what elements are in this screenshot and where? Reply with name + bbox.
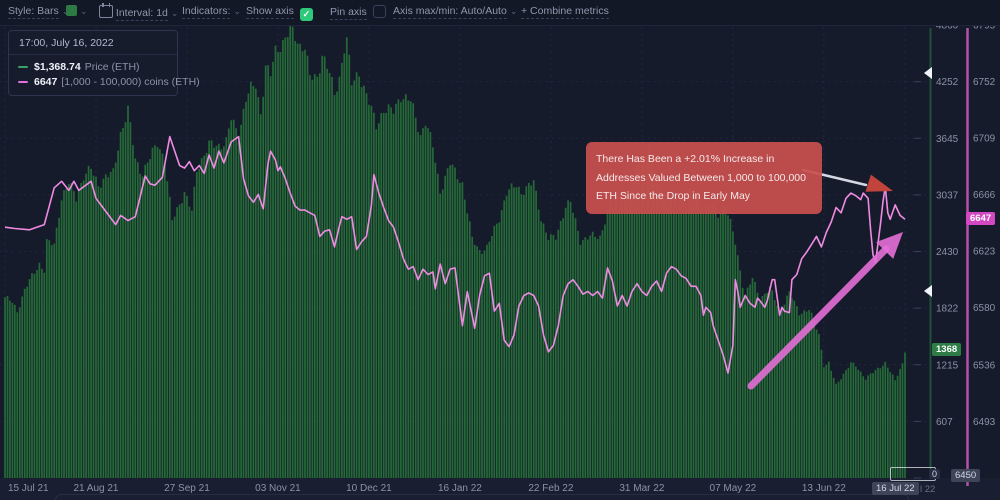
chevron-down-icon: ⌄ xyxy=(233,6,241,16)
checkbox-checked-icon[interactable]: ✓ xyxy=(300,8,313,21)
chart-app: Style: Bars⌄ ⌄ Interval: 1d⌄ Indicators:… xyxy=(0,0,1000,500)
addresses-axis-label: 6709 xyxy=(973,133,996,144)
zero-tick-chip: 0 xyxy=(929,469,940,479)
indicators-dropdown[interactable]: Indicators:⌄ xyxy=(182,5,241,17)
style-dropdown[interactable]: Style: Bars⌄ xyxy=(8,5,69,17)
date-axis-label: 21 Aug 21 xyxy=(73,483,118,494)
addresses-axis-label: 6580 xyxy=(973,303,996,314)
pin-axis-label: Pin axis xyxy=(330,6,367,20)
axis-bottom-badge: 6450 xyxy=(951,469,980,482)
date-axis-label: 16 Jan 22 xyxy=(438,483,482,494)
price-axis-label: 4252 xyxy=(936,77,959,88)
hover-tooltip: 17:00, July 16, 2022 $1,368.74 Price (ET… xyxy=(8,30,178,96)
current-date-badge: 16 Jul 22 xyxy=(872,482,919,495)
date-axis-label: 27 Sep 21 xyxy=(164,483,210,494)
clipped-date-label: l 22 xyxy=(920,484,935,495)
show-axis-toggle[interactable]: Show axis ✓ xyxy=(246,5,313,21)
style-label: Style: Bars xyxy=(8,5,59,19)
addresses-axis-label: 6536 xyxy=(973,361,996,372)
series-dash-icon xyxy=(18,66,28,68)
interval-icon xyxy=(99,5,113,18)
combine-metrics-label: + Combine metrics xyxy=(521,5,609,19)
addresses-axis-label: 6666 xyxy=(973,190,996,201)
date-axis-label: 31 Mar 22 xyxy=(619,483,664,494)
chevron-down-icon: ⌄ xyxy=(80,6,88,16)
price-last-badge: 1368 xyxy=(932,343,961,356)
price-axis-label: 1822 xyxy=(936,304,959,315)
annotation-box: There Has Been a +2.01% Increase in Addr… xyxy=(586,142,822,214)
addresses-axis-label: 6623 xyxy=(973,246,996,257)
tooltip-price-label: Price (ETH) xyxy=(85,61,140,73)
chevron-down-icon: ⌄ xyxy=(510,6,518,16)
date-axis-label: 13 Jun 22 xyxy=(802,483,846,494)
pin-axis-toggle[interactable]: Pin axis xyxy=(330,5,386,18)
series-dash-icon xyxy=(18,81,28,83)
interval-dropdown[interactable]: Interval: 1d⌄ xyxy=(99,5,178,19)
addresses-axis-label: 6752 xyxy=(973,77,996,88)
checkbox-unchecked-icon[interactable] xyxy=(373,5,386,18)
tooltip-addresses-value: 6647 xyxy=(34,76,57,88)
toolbar: Style: Bars⌄ ⌄ Interval: 1d⌄ Indicators:… xyxy=(0,0,1000,26)
chevron-down-icon: ⌄ xyxy=(171,8,179,18)
addresses-axis-label: 6493 xyxy=(973,417,996,428)
price-axis-label: 2430 xyxy=(936,247,959,258)
date-axis-label: 22 Feb 22 xyxy=(528,483,573,494)
date-axis-label: 15 Jul 21 xyxy=(8,483,49,494)
tooltip-price-value: $1,368.74 xyxy=(34,61,81,73)
tooltip-timestamp: 17:00, July 16, 2022 xyxy=(9,31,177,55)
date-axis-label: 07 May 22 xyxy=(710,483,757,494)
indicators-label: Indicators: xyxy=(182,5,230,19)
combine-metrics-button[interactable]: + Combine metrics xyxy=(521,5,609,17)
date-axis-label: 10 Dec 21 xyxy=(346,483,392,494)
date-axis-label: 03 Nov 21 xyxy=(255,483,301,494)
metric-color-dropdown[interactable]: ⌄ xyxy=(66,5,88,17)
metric-color-swatch xyxy=(66,5,77,16)
tooltip-addresses-label: [1,000 - 100,000) coins (ETH) xyxy=(61,76,199,88)
chart-area: 4860425236453037243018221215607679567526… xyxy=(0,25,1000,500)
interval-label: Interval: 1d xyxy=(116,7,168,21)
addresses-last-badge: 6647 xyxy=(966,212,995,225)
time-brush-bar[interactable] xyxy=(55,494,909,500)
tooltip-row-price: $1,368.74 Price (ETH) xyxy=(18,61,168,73)
show-axis-label: Show axis xyxy=(246,5,294,19)
price-axis-label: 1215 xyxy=(936,360,959,371)
price-axis-label: 607 xyxy=(936,417,953,428)
axis-maxmin-dropdown[interactable]: Axis max/min: Auto/Auto⌄ xyxy=(393,5,517,17)
axis-maxmin-label: Axis max/min: Auto/Auto xyxy=(393,5,507,19)
chart-canvas[interactable]: 4860425236453037243018221215607679567526… xyxy=(0,25,1000,500)
tooltip-row-addresses: 6647 [1,000 - 100,000) coins (ETH) xyxy=(18,76,168,88)
price-axis-label: 3037 xyxy=(936,190,959,201)
price-axis-label: 3645 xyxy=(936,134,959,145)
